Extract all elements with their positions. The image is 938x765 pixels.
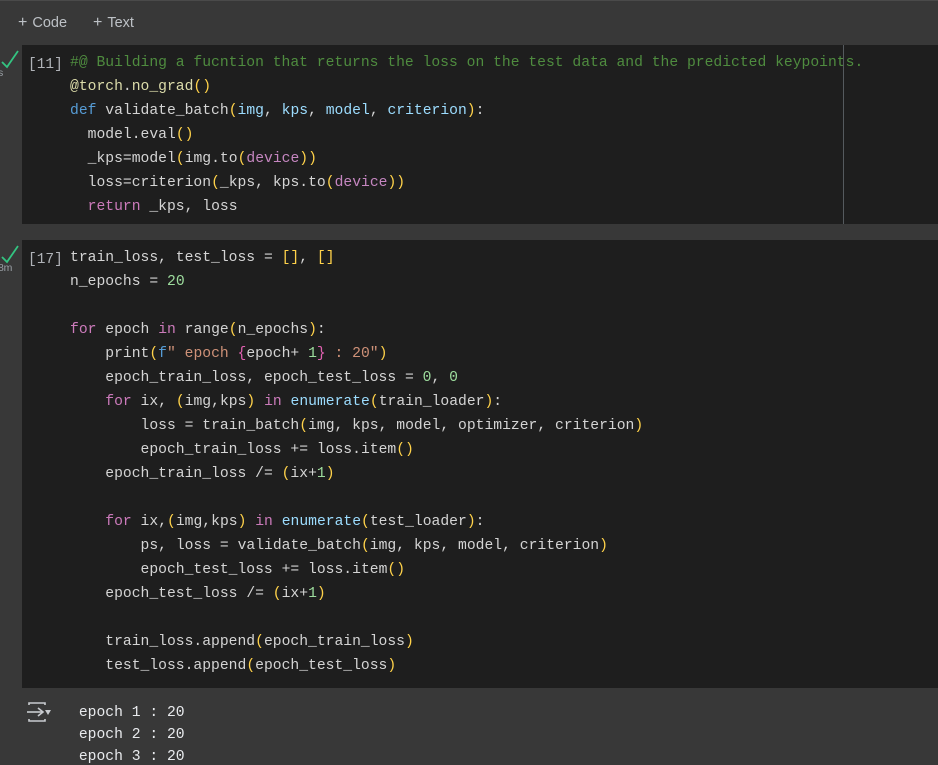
output-stream-icon[interactable]	[26, 702, 52, 724]
notebook-scroll-area[interactable]: s [11] #@ Building a fucntion that retur…	[0, 45, 938, 765]
comment-line: #@ Building a fucntion that returns the …	[70, 55, 864, 71]
add-code-cell-label: Code	[32, 14, 68, 31]
plus-icon: +	[93, 14, 103, 31]
cell-1-source[interactable]: #@ Building a fucntion that returns the …	[22, 51, 938, 219]
code-cell-17[interactable]: 8m [17] train_loss, test_loss = [], [] n…	[0, 240, 938, 688]
code-cell-11[interactable]: s [11] #@ Building a fucntion that retur…	[0, 45, 938, 224]
add-text-cell-label: Text	[107, 14, 134, 31]
cell-execution-prompt[interactable]: [17]	[28, 248, 76, 272]
output-stream-text: epoch 1 : 20 epoch 2 : 20 epoch 3 : 20	[78, 705, 185, 765]
cell-separator	[0, 224, 938, 240]
check-icon[interactable]	[0, 49, 20, 69]
cell-gutter: s	[0, 45, 22, 224]
add-code-cell-button[interactable]: + Code	[12, 11, 73, 35]
cell-execution-time: s	[0, 67, 4, 79]
cell-gutter: 8m	[0, 240, 22, 688]
add-text-cell-button[interactable]: + Text	[87, 11, 140, 35]
check-icon[interactable]	[0, 244, 20, 264]
cell-2-source[interactable]: train_loss, test_loss = [], [] n_epochs …	[22, 246, 938, 678]
column-ruler	[843, 45, 844, 224]
cell-execution-time: 8m	[0, 262, 13, 274]
cell-execution-prompt[interactable]: [11]	[28, 53, 76, 77]
notebook-toolbar: + Code + Text	[0, 0, 938, 45]
plus-icon: +	[18, 14, 28, 31]
cell-code-area[interactable]: [17] train_loss, test_loss = [], [] n_ep…	[22, 240, 938, 688]
colab-notebook-page: + Code + Text s [11] #@ Building a fucnt…	[0, 0, 938, 765]
cell-output-area: epoch 1 : 20 epoch 2 : 20 epoch 3 : 20	[0, 688, 938, 765]
cell-code-area[interactable]: [11] #@ Building a fucntion that returns…	[22, 45, 938, 224]
